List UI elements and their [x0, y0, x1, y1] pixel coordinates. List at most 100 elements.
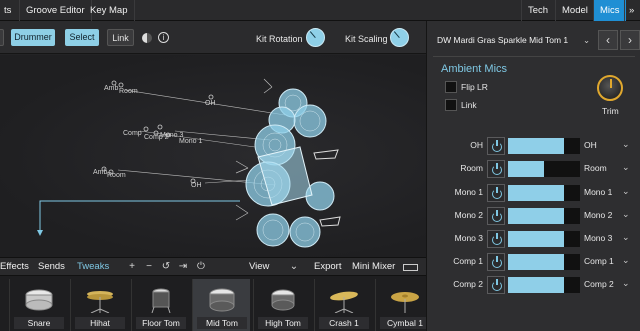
chevron-down-icon[interactable]: ⌄: [622, 186, 630, 197]
undo-icon[interactable]: ↺: [160, 261, 172, 273]
mic-level-fader[interactable]: [508, 138, 580, 154]
tab-sends[interactable]: Sends: [38, 258, 65, 276]
mic-row: OH OH ⌄: [427, 137, 640, 155]
mic-label-oh: OH: [205, 100, 216, 107]
mic-output-route[interactable]: Mono 2: [584, 210, 612, 220]
mic-name: Comp 1: [453, 256, 483, 266]
instrument-label: Crash 1: [319, 317, 369, 329]
toolbar-clipped-button[interactable]: [0, 29, 4, 46]
next-piece-button[interactable]: ›: [620, 30, 640, 50]
select-button[interactable]: Select: [65, 29, 99, 46]
view-dropdown[interactable]: View: [249, 258, 269, 276]
mic-level-fader[interactable]: [508, 231, 580, 247]
mic-level-fader[interactable]: [508, 254, 580, 270]
mic-label-amb: Amb: [104, 85, 119, 92]
mic-output-route[interactable]: Comp 2: [584, 279, 614, 289]
instrument-high-tom[interactable]: High Tom: [253, 279, 311, 331]
instrument-snare[interactable]: Snare: [9, 279, 67, 331]
hihat-icon: [87, 291, 113, 313]
mic-output-route[interactable]: Mono 3: [584, 233, 612, 243]
mic-level-fader[interactable]: [508, 161, 580, 177]
kit-rotation-knob[interactable]: [306, 28, 325, 47]
prev-piece-button[interactable]: ‹: [598, 30, 618, 50]
trim-label: Trim: [602, 106, 619, 116]
mini-mixer-button[interactable]: Mini Mixer: [352, 258, 395, 276]
mic-output-route[interactable]: Room: [584, 163, 607, 173]
mic-row: Mono 1 Mono 1 ⌄: [427, 184, 640, 202]
tab-tweaks[interactable]: Tweaks: [77, 258, 109, 276]
mic-label-mono-1: Mono 1: [179, 138, 203, 145]
chevron-down-icon[interactable]: ⌄: [622, 255, 630, 266]
tab-tech[interactable]: Tech: [521, 0, 554, 21]
drummer-button[interactable]: Drummer: [11, 29, 55, 46]
contrast-icon[interactable]: [142, 33, 152, 43]
mic-output-route[interactable]: OH: [584, 140, 597, 150]
mic-output-route[interactable]: Comp 1: [584, 256, 614, 266]
tab-model[interactable]: Model: [555, 0, 594, 21]
power-icon[interactable]: [487, 230, 505, 248]
link-checkbox[interactable]: [445, 99, 457, 111]
instrument-label: Hihat: [75, 317, 125, 329]
mic-label-comp: Comp: [123, 130, 142, 137]
step-forward-icon[interactable]: ⇥: [177, 261, 189, 273]
chevron-down-icon[interactable]: ⌄: [622, 139, 630, 150]
power-icon[interactable]: [487, 160, 505, 178]
chevron-down-icon[interactable]: ⌄: [622, 232, 630, 243]
chevron-down-icon: ⌄: [583, 35, 591, 45]
link-button[interactable]: Link: [107, 29, 134, 46]
instrument-floor-tom[interactable]: Floor Tom: [131, 279, 189, 331]
kit-piece-name: DW Mardi Gras Sparkle Mid Tom 1: [437, 35, 569, 45]
mic-label-oh-2: OH: [191, 182, 202, 189]
tab-key-map[interactable]: Key Map: [84, 0, 135, 21]
mic-output-route[interactable]: Mono 1: [584, 187, 612, 197]
chevron-down-icon[interactable]: ⌄: [622, 278, 630, 289]
tab-kits[interactable]: ts: [0, 0, 20, 21]
add-icon[interactable]: +: [126, 261, 138, 273]
mic-name: Mono 1: [454, 187, 483, 197]
crash-icon: [330, 291, 358, 313]
power-icon[interactable]: [487, 137, 505, 155]
mic-name: Room: [460, 163, 483, 173]
instrument-crash-1[interactable]: Crash 1: [314, 279, 372, 331]
tab-effects[interactable]: Effects: [0, 258, 29, 276]
mic-name: Comp 2: [453, 279, 483, 289]
mic-label-amb-2: Amb: [93, 169, 108, 176]
mics-panel: DW Mardi Gras Sparkle Mid Tom 1 ⌄ ‹ › Am…: [426, 21, 640, 331]
instrument-hihat[interactable]: Hihat: [70, 279, 128, 331]
mid-tom-icon: [209, 288, 235, 312]
chevron-down-icon[interactable]: ⌄: [288, 261, 300, 273]
chevron-down-icon[interactable]: ⌄: [622, 209, 630, 220]
mic-level-fader[interactable]: [508, 185, 580, 201]
power-icon[interactable]: [487, 184, 505, 202]
flip-lr-checkbox[interactable]: [445, 81, 457, 93]
fader-fill: [508, 138, 565, 154]
instrument-label: High Tom: [258, 317, 308, 329]
section-title: Ambient Mics: [441, 63, 508, 75]
fader-fill: [508, 231, 565, 247]
power-icon[interactable]: [487, 276, 505, 294]
mic-level-fader[interactable]: [508, 208, 580, 224]
fader-fill: [508, 161, 544, 177]
mic-level-fader[interactable]: [508, 277, 580, 293]
power-icon[interactable]: ⏻: [195, 261, 207, 273]
tab-groove-editor[interactable]: Groove Editor: [20, 0, 92, 21]
power-icon[interactable]: [487, 207, 505, 225]
tab-mics[interactable]: Mics: [593, 0, 626, 21]
instrument-cymbal-1[interactable]: Cymbal 1: [375, 279, 430, 331]
mic-name: Mono 3: [454, 233, 483, 243]
remove-icon[interactable]: −: [143, 261, 155, 273]
panel-expand-button[interactable]: »: [624, 0, 638, 21]
drum-kit-graphic: [37, 78, 341, 248]
kit-canvas[interactable]: Amb Room OH Comp Comp 2 Mono 3 Mono 1 Am…: [0, 55, 426, 257]
kit-scaling-knob[interactable]: [390, 28, 409, 47]
instrument-clipped[interactable]: [0, 279, 6, 331]
info-icon[interactable]: i: [158, 32, 169, 43]
panel-toggle-icon[interactable]: [403, 264, 418, 271]
export-button[interactable]: Export: [314, 258, 341, 276]
instrument-mid-tom[interactable]: Mid Tom: [192, 279, 250, 331]
chevron-down-icon[interactable]: ⌄: [622, 162, 630, 173]
trim-knob[interactable]: [597, 75, 623, 101]
kit-piece-dropdown[interactable]: DW Mardi Gras Sparkle Mid Tom 1 ⌄: [433, 29, 593, 51]
power-icon[interactable]: [487, 253, 505, 271]
mic-label-room: Room: [119, 88, 138, 95]
